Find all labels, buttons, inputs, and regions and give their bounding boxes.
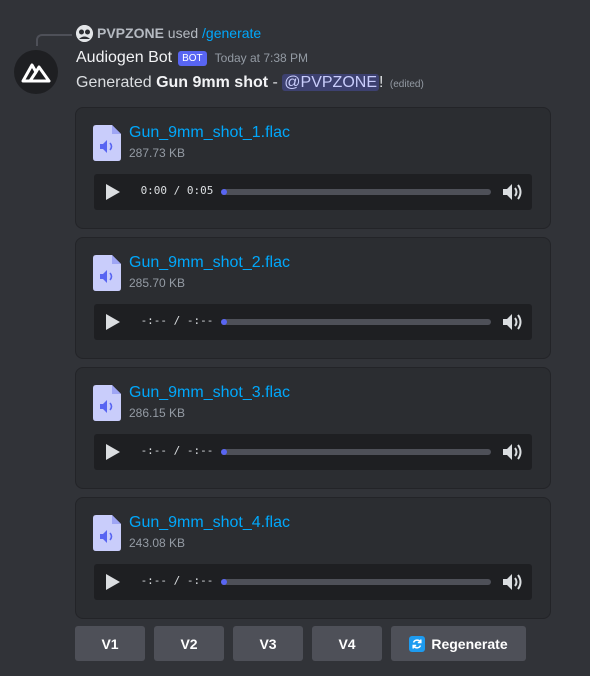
audio-file-icon	[93, 125, 121, 161]
user-mention[interactable]: @PVPZONE	[282, 74, 379, 91]
progress-fill	[221, 189, 227, 195]
v3-button[interactable]: V3	[233, 626, 303, 661]
v1-button[interactable]: V1	[75, 626, 145, 661]
audio-attachment: Gun_9mm_shot_3.flac 286.15 KB -:-- / -:-…	[75, 367, 551, 489]
regenerate-button[interactable]: Regenerate	[391, 626, 526, 661]
playback-time: 0:00 / 0:05	[140, 184, 214, 197]
progress-fill	[221, 579, 227, 585]
file-size: 285.70 KB	[129, 276, 186, 290]
playback-time: -:-- / -:--	[140, 314, 214, 327]
message-timestamp: Today at 7:38 PM	[214, 51, 309, 65]
play-icon[interactable]	[102, 182, 122, 202]
v2-button[interactable]: V2	[154, 626, 224, 661]
bot-avatar[interactable]	[14, 50, 58, 94]
refresh-icon	[409, 635, 426, 652]
audio-player: -:-- / -:--	[94, 304, 532, 340]
message-text-prefix: Generated	[76, 74, 157, 91]
file-size: 287.73 KB	[129, 146, 186, 160]
message-bold-text: Gun 9mm shot	[156, 74, 269, 91]
progress-bar[interactable]	[221, 319, 491, 325]
reply-command[interactable]: /generate	[202, 25, 261, 41]
reply-connector	[36, 34, 72, 46]
file-size: 243.08 KB	[129, 536, 186, 550]
progress-bar[interactable]	[221, 449, 491, 455]
file-name-link[interactable]: Gun_9mm_shot_2.flac	[129, 254, 290, 272]
progress-bar[interactable]	[221, 579, 491, 585]
bot-tag-badge: BOT	[178, 50, 207, 66]
action-buttons: V1 V2 V3 V4 Regenerate	[75, 626, 526, 661]
message-text-dash: -	[268, 74, 283, 91]
volume-icon[interactable]	[502, 572, 524, 592]
volume-icon[interactable]	[502, 312, 524, 332]
file-name-link[interactable]: Gun_9mm_shot_4.flac	[129, 514, 290, 532]
file-name-link[interactable]: Gun_9mm_shot_3.flac	[129, 384, 290, 402]
progress-bar[interactable]	[221, 189, 491, 195]
volume-icon[interactable]	[502, 442, 524, 462]
bot-username[interactable]: Audiogen Bot	[76, 49, 172, 67]
v4-button[interactable]: V4	[312, 626, 382, 661]
file-size: 286.15 KB	[129, 406, 186, 420]
message-header: Audiogen Bot BOT Today at 7:38 PM	[76, 49, 308, 67]
playback-time: -:-- / -:--	[140, 444, 214, 457]
play-icon[interactable]	[102, 312, 122, 332]
file-name-link[interactable]: Gun_9mm_shot_1.flac	[129, 124, 290, 142]
message-text-suffix: !	[379, 74, 384, 91]
audio-player: -:-- / -:--	[94, 564, 532, 600]
audio-attachment: Gun_9mm_shot_4.flac 243.08 KB -:-- / -:-…	[75, 497, 551, 619]
playback-time: -:-- / -:--	[140, 574, 214, 587]
audio-player: -:-- / -:--	[94, 434, 532, 470]
audio-player: 0:00 / 0:05	[94, 174, 532, 210]
progress-fill	[221, 449, 227, 455]
volume-icon[interactable]	[502, 182, 524, 202]
reply-reference[interactable]: PVPZONE used /generate	[97, 25, 261, 41]
audio-attachment: Gun_9mm_shot_2.flac 285.70 KB -:-- / -:-…	[75, 237, 551, 359]
audio-file-icon	[93, 385, 121, 421]
reply-username[interactable]: PVPZONE	[97, 25, 164, 41]
audio-attachment: Gun_9mm_shot_1.flac 287.73 KB 0:00 / 0:0…	[75, 107, 551, 229]
play-icon[interactable]	[102, 442, 122, 462]
reply-used-text: used	[167, 25, 199, 41]
edited-label: (edited)	[389, 79, 424, 90]
progress-fill	[221, 319, 227, 325]
reply-user-avatar[interactable]	[76, 25, 93, 42]
message-content: Generated Gun 9mm shot - @PVPZONE! (edit…	[76, 74, 424, 92]
audio-file-icon	[93, 255, 121, 291]
regenerate-label: Regenerate	[431, 635, 508, 652]
play-icon[interactable]	[102, 572, 122, 592]
audio-file-icon	[93, 515, 121, 551]
